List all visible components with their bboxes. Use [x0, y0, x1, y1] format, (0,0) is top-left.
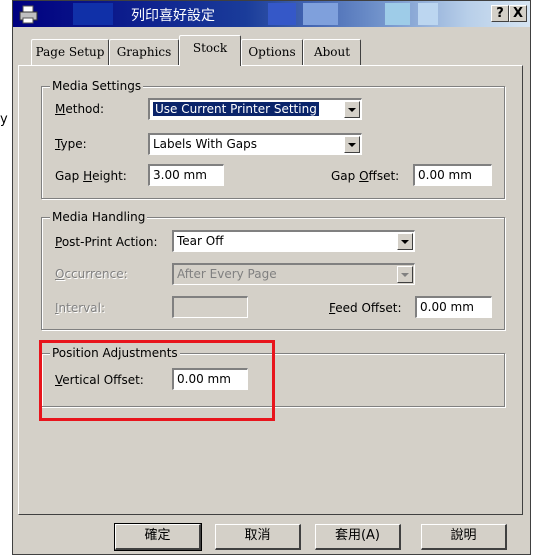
printing-preferences-dialog: 列印喜好設定 ? X Page Setup Graphics Stock Opt…	[12, 0, 531, 555]
tab-graphics[interactable]: Graphics	[109, 39, 179, 65]
apply-button[interactable]: 套用(A)	[315, 524, 401, 550]
method-dropdown[interactable]: Use Current Printer Setting	[148, 98, 362, 120]
title-bar-stripe	[303, 3, 338, 25]
occurrence-dropdown[interactable]: After Every Page	[172, 263, 415, 285]
method-label: Method:	[55, 102, 105, 116]
ok-button[interactable]: 確定	[114, 523, 202, 551]
feed-offset-label: Feed Offset:	[329, 301, 402, 315]
chevron-down-icon[interactable]	[397, 233, 413, 250]
title-bar-stripe	[418, 3, 438, 25]
gap-height-label: Gap Height:	[55, 169, 127, 183]
background-fragment: y	[0, 112, 8, 127]
media-handling-legend: Media Handling	[50, 210, 148, 224]
title-bar: 列印喜好設定 ? X	[13, 1, 530, 27]
gap-height-input[interactable]: 3.00 mm	[148, 164, 224, 186]
close-caption-button[interactable]: X	[509, 5, 527, 22]
tab-page-setup[interactable]: Page Setup	[31, 39, 109, 65]
help-caption-button[interactable]: ?	[491, 5, 509, 22]
type-label: Type:	[55, 137, 87, 151]
highlight-annotation-box	[39, 340, 275, 421]
help-button[interactable]: 說明	[421, 524, 507, 550]
tab-stock[interactable]: Stock	[179, 35, 241, 66]
tab-options[interactable]: Options	[241, 39, 303, 65]
feed-offset-input[interactable]: 0.00 mm	[415, 296, 492, 318]
stock-tab-panel: Media Settings Method: Use Current Print…	[18, 65, 523, 515]
type-dropdown[interactable]: Labels With Gaps	[148, 133, 362, 155]
gap-offset-input[interactable]: 0.00 mm	[413, 164, 492, 186]
tab-about[interactable]: About	[303, 39, 361, 65]
title-bar-stripe	[268, 3, 296, 25]
window-title: 列印喜好設定	[131, 8, 215, 24]
title-bar-stripe	[385, 3, 410, 25]
occurrence-value: After Every Page	[177, 267, 277, 281]
cancel-button[interactable]: 取消	[215, 524, 301, 550]
post-print-action-label: Post-Print Action:	[55, 235, 158, 249]
chevron-down-icon[interactable]	[397, 266, 413, 283]
chevron-down-icon[interactable]	[344, 101, 360, 118]
method-value: Use Current Printer Setting	[153, 102, 319, 116]
title-bar-stripe	[73, 3, 113, 25]
post-print-action-value: Tear Off	[177, 234, 224, 248]
occurrence-label: Occurrence:	[55, 267, 128, 281]
post-print-action-dropdown[interactable]: Tear Off	[172, 230, 415, 252]
gap-offset-label: Gap Offset:	[331, 169, 400, 183]
media-settings-legend: Media Settings	[50, 79, 144, 93]
interval-label: Interval:	[55, 301, 106, 315]
printer-icon	[19, 5, 38, 24]
type-value: Labels With Gaps	[153, 137, 258, 151]
chevron-down-icon[interactable]	[344, 136, 360, 153]
interval-input[interactable]	[172, 296, 248, 318]
